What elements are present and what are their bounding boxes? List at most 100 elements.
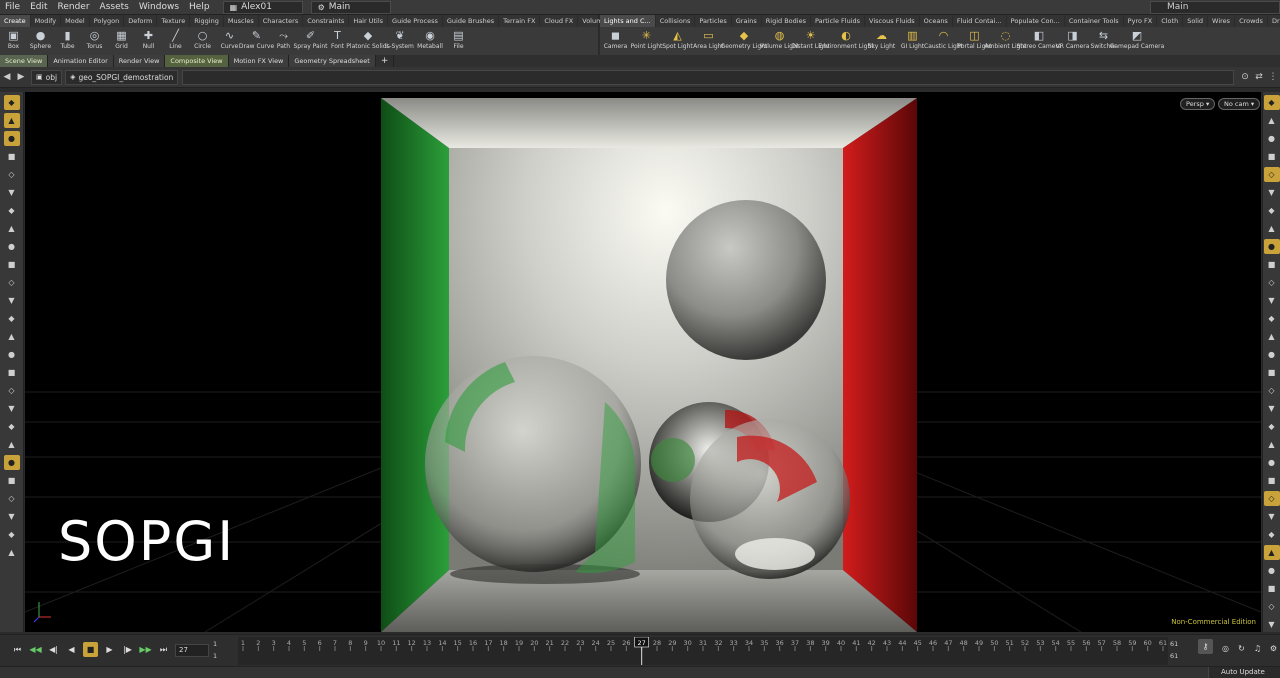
shelf-right-tab-4[interactable]: Rigid Bodies: [762, 15, 811, 27]
menu-edit[interactable]: Edit: [25, 2, 52, 12]
shelf-left-tab-6[interactable]: Rigging: [190, 15, 224, 27]
range-start-2[interactable]: 1: [213, 652, 217, 660]
left-toolbar-grid-icon[interactable]: ●: [4, 239, 20, 254]
menu-assets[interactable]: Assets: [95, 2, 134, 12]
shelf-left-tab-13[interactable]: Terrain FX: [499, 15, 541, 27]
shelf-right-tab-9[interactable]: Populate Con...: [1007, 15, 1065, 27]
shelf-right-tab-5[interactable]: Particle Fluids: [811, 15, 866, 27]
right-toolbar-snap-icon[interactable]: ▲: [1264, 221, 1280, 236]
right-toolbar-select-icon[interactable]: ◆: [1263, 95, 1280, 110]
right-toolbar-cut-icon[interactable]: ◇: [1264, 383, 1280, 398]
play-reverse-icon[interactable]: ◀: [64, 642, 79, 657]
shelf-left-tab-7[interactable]: Muscles: [224, 15, 259, 27]
right-toolbar-gear-icon[interactable]: ●: [1264, 563, 1280, 578]
left-tool-platonic[interactable]: ◆ Platonic Solids: [346, 29, 389, 50]
right-toolbar-lock-icon[interactable]: ▲: [1263, 545, 1280, 560]
left-toolbar-handle-icon[interactable]: ▼: [4, 185, 20, 200]
left-tool-lsystem[interactable]: ❦ L-System: [385, 29, 415, 50]
right-toolbar-scale-icon[interactable]: ■: [1264, 149, 1280, 164]
path-field[interactable]: [182, 69, 1234, 85]
shelf-left-tab-11[interactable]: Guide Process: [388, 15, 443, 27]
shelf-left-tab-10[interactable]: Hair Utils: [349, 15, 389, 27]
right-toolbar-render-icon[interactable]: ▲: [1264, 329, 1280, 344]
shelf-left-tab-12[interactable]: Guide Brushes: [443, 15, 500, 27]
persp-camera-button[interactable]: Persp ▾: [1180, 98, 1216, 110]
next-key-icon[interactable]: ▶▶: [138, 642, 153, 657]
left-toolbar-mirror-icon[interactable]: ◇: [4, 491, 20, 506]
left-toolbar-render-icon[interactable]: ▲: [4, 329, 20, 344]
menu-help[interactable]: Help: [184, 2, 215, 12]
play-icon[interactable]: ▶: [102, 642, 117, 657]
right-toolbar-knife-icon[interactable]: ▼: [1264, 401, 1280, 416]
shelf-right-tab-0[interactable]: Lights and C...: [600, 15, 656, 27]
shelf-right-tab-6[interactable]: Viscous Fluids: [865, 15, 920, 27]
step-forward-icon[interactable]: |▶: [120, 642, 135, 657]
left-tool-metaball[interactable]: ◉ Metaball: [415, 29, 445, 50]
left-toolbar-eye-icon[interactable]: ◆: [4, 527, 20, 542]
left-toolbar-info-icon[interactable]: ▲: [4, 437, 20, 452]
playbar-options-icon[interactable]: ⚙: [1266, 641, 1280, 656]
right-tool-stereo-camera[interactable]: ◧ Stereo Camera: [1017, 29, 1062, 50]
auto-update-button[interactable]: Auto Update: [1208, 667, 1280, 678]
left-toolbar-knife-icon[interactable]: ▼: [4, 401, 20, 416]
link-icon[interactable]: ⇄: [1252, 70, 1266, 84]
shelf-right-tab-15[interactable]: Crowds: [1235, 15, 1268, 27]
shelf-right-tab-1[interactable]: Collisions: [656, 15, 696, 27]
left-toolbar-paint-icon[interactable]: ●: [4, 347, 20, 362]
left-tool-file[interactable]: ▤ File: [445, 29, 472, 50]
range-end-2[interactable]: 61: [1170, 652, 1178, 660]
right-tool-point-light[interactable]: ✳ Point Light: [631, 29, 663, 50]
right-toolbar-light-icon[interactable]: ◆: [1264, 311, 1280, 326]
left-toolbar-light-icon[interactable]: ◆: [4, 311, 20, 326]
left-toolbar-snap-icon[interactable]: ▲: [4, 221, 20, 236]
right-tool-spot-light[interactable]: ◭ Spot Light: [662, 29, 693, 50]
shelf-right-tab-11[interactable]: Pyro FX: [1124, 15, 1158, 27]
left-tool-sphere[interactable]: ● Sphere: [27, 29, 54, 50]
menu-file[interactable]: File: [0, 2, 25, 12]
right-toolbar-info-icon[interactable]: ▲: [1264, 437, 1280, 452]
left-toolbar-align-icon[interactable]: ▼: [4, 509, 20, 524]
shelf-left-tab-14[interactable]: Cloud FX: [540, 15, 579, 27]
tab-geometry-spreadsheet[interactable]: Geometry Spreadsheet: [289, 55, 376, 67]
shelf-left-tab-2[interactable]: Model: [61, 15, 90, 27]
tab-motion-fx-view[interactable]: Motion FX View: [228, 55, 290, 67]
step-back-icon[interactable]: ◀|: [46, 642, 61, 657]
left-tool-spray-paint[interactable]: ✐ Spray Paint: [293, 29, 327, 50]
shelf-left-tab-8[interactable]: Characters: [259, 15, 304, 27]
last-frame-icon[interactable]: ⏭: [156, 642, 171, 657]
menu-render[interactable]: Render: [53, 2, 95, 12]
add-pane-tab-button[interactable]: +: [376, 55, 395, 67]
shelf-right-tab-12[interactable]: Cloth: [1157, 15, 1184, 27]
left-toolbar-flip-icon[interactable]: ■: [4, 473, 20, 488]
left-toolbar-cut-icon[interactable]: ◇: [4, 383, 20, 398]
context-select[interactable]: ⚙ Main: [310, 0, 391, 14]
shelf-left-tab-1[interactable]: Modify: [31, 15, 62, 27]
right-tool-environment-light[interactable]: ◐ Environment Light: [818, 29, 873, 50]
first-frame-icon[interactable]: ⏮: [10, 642, 25, 657]
right-tool-area-light[interactable]: ▭ Area Light: [693, 29, 724, 50]
right-toolbar-transform-icon[interactable]: ◆: [1264, 203, 1280, 218]
right-toolbar-flip-icon[interactable]: ■: [1264, 473, 1280, 488]
right-tool-caustic-light[interactable]: ◠ Caustic Light: [924, 29, 963, 50]
shelf-right-tab-7[interactable]: Oceans: [920, 15, 953, 27]
range-start[interactable]: 1: [213, 640, 217, 648]
shelf-left-tab-4[interactable]: Deform: [124, 15, 158, 27]
shelf-left-tab-9[interactable]: Constraints: [303, 15, 350, 27]
left-toolbar-transform-icon[interactable]: ◆: [4, 203, 20, 218]
left-toolbar-pin-icon[interactable]: ●: [3, 455, 20, 470]
right-toolbar-palette-icon[interactable]: ◇: [1264, 599, 1280, 614]
audio-icon[interactable]: ♫: [1250, 641, 1265, 656]
right-toolbar-layers-icon[interactable]: ▼: [1264, 617, 1280, 632]
shelf-right-tab-13[interactable]: Solid: [1183, 15, 1209, 27]
left-tool-grid[interactable]: ▦ Grid: [108, 29, 135, 50]
current-frame-field[interactable]: 27: [175, 644, 209, 657]
tab-composite-view[interactable]: Composite View: [165, 55, 229, 67]
shelf-left-tab-5[interactable]: Texture: [157, 15, 191, 27]
left-toolbar-scale-icon[interactable]: ■: [4, 149, 20, 164]
left-toolbar-brush-icon[interactable]: ■: [4, 365, 20, 380]
left-tool-box[interactable]: ▣ Box: [0, 29, 27, 50]
loop-icon[interactable]: ↻: [1234, 641, 1249, 656]
prev-key-icon[interactable]: ◀◀: [28, 642, 43, 657]
right-toolbar-eye-icon[interactable]: ◆: [1264, 527, 1280, 542]
right-toolbar-mirror-icon[interactable]: ◇: [1263, 491, 1280, 506]
